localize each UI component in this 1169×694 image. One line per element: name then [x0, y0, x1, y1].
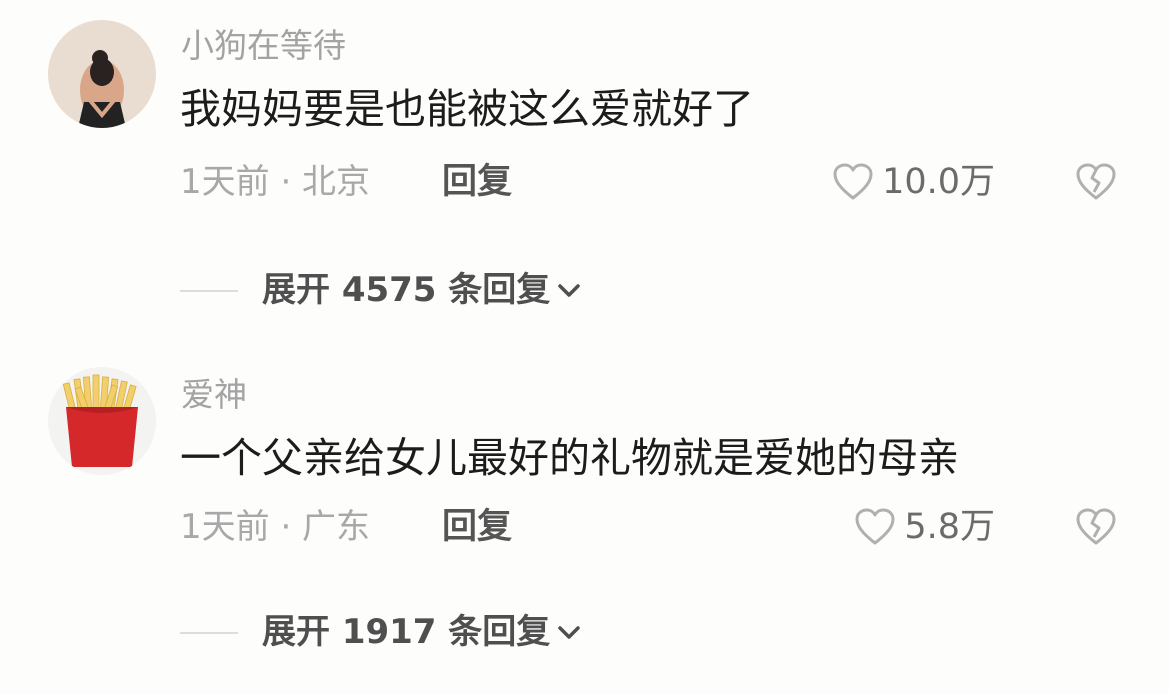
comment-meta: 1天前 · 广东 — [180, 507, 371, 547]
comment-item: 小狗在等待 我妈妈要是也能被这么爱就好了 1天前 · 北京 回复 10.0万 展… — [0, 0, 1169, 347]
dislike-button[interactable] — [1075, 507, 1117, 547]
expand-divider — [180, 290, 238, 292]
expand-replies-button[interactable]: 展开 4575 条回复 — [262, 266, 584, 314]
reply-button[interactable]: 回复 — [442, 503, 512, 551]
like-count: 10.0万 — [882, 162, 995, 202]
comment-item: 爱神 一个父亲给女儿最好的礼物就是爱她的母亲 1天前 · 广东 回复 5.8万 … — [0, 347, 1169, 694]
like-button[interactable]: 5.8万 — [854, 503, 995, 551]
avatar-fries-image — [48, 367, 156, 475]
broken-heart-icon — [1076, 163, 1116, 200]
comment-text: 我妈妈要是也能被这么爱就好了 — [180, 85, 754, 133]
broken-heart-icon — [1076, 508, 1116, 545]
comment-text: 一个父亲给女儿最好的礼物就是爱她的母亲 — [180, 434, 959, 482]
avatar[interactable] — [48, 367, 156, 475]
dislike-button[interactable] — [1075, 162, 1117, 202]
comment-meta: 1天前 · 北京 — [180, 162, 371, 202]
expand-replies-label: 展开 1917 条回复 — [262, 612, 551, 652]
username[interactable]: 爱神 — [181, 373, 247, 417]
heart-outline-icon — [855, 508, 895, 545]
expand-replies-button[interactable]: 展开 1917 条回复 — [262, 608, 584, 656]
username[interactable]: 小狗在等待 — [181, 24, 346, 68]
expand-divider — [180, 632, 238, 634]
expand-replies-label: 展开 4575 条回复 — [262, 270, 551, 310]
like-count: 5.8万 — [904, 507, 995, 547]
avatar[interactable] — [48, 20, 156, 128]
chevron-down-icon — [558, 284, 581, 297]
chevron-down-icon — [558, 626, 581, 639]
avatar-girl-image — [48, 20, 156, 128]
like-button[interactable]: 10.0万 — [832, 158, 995, 206]
reply-button[interactable]: 回复 — [442, 158, 512, 206]
heart-outline-icon — [833, 163, 873, 200]
